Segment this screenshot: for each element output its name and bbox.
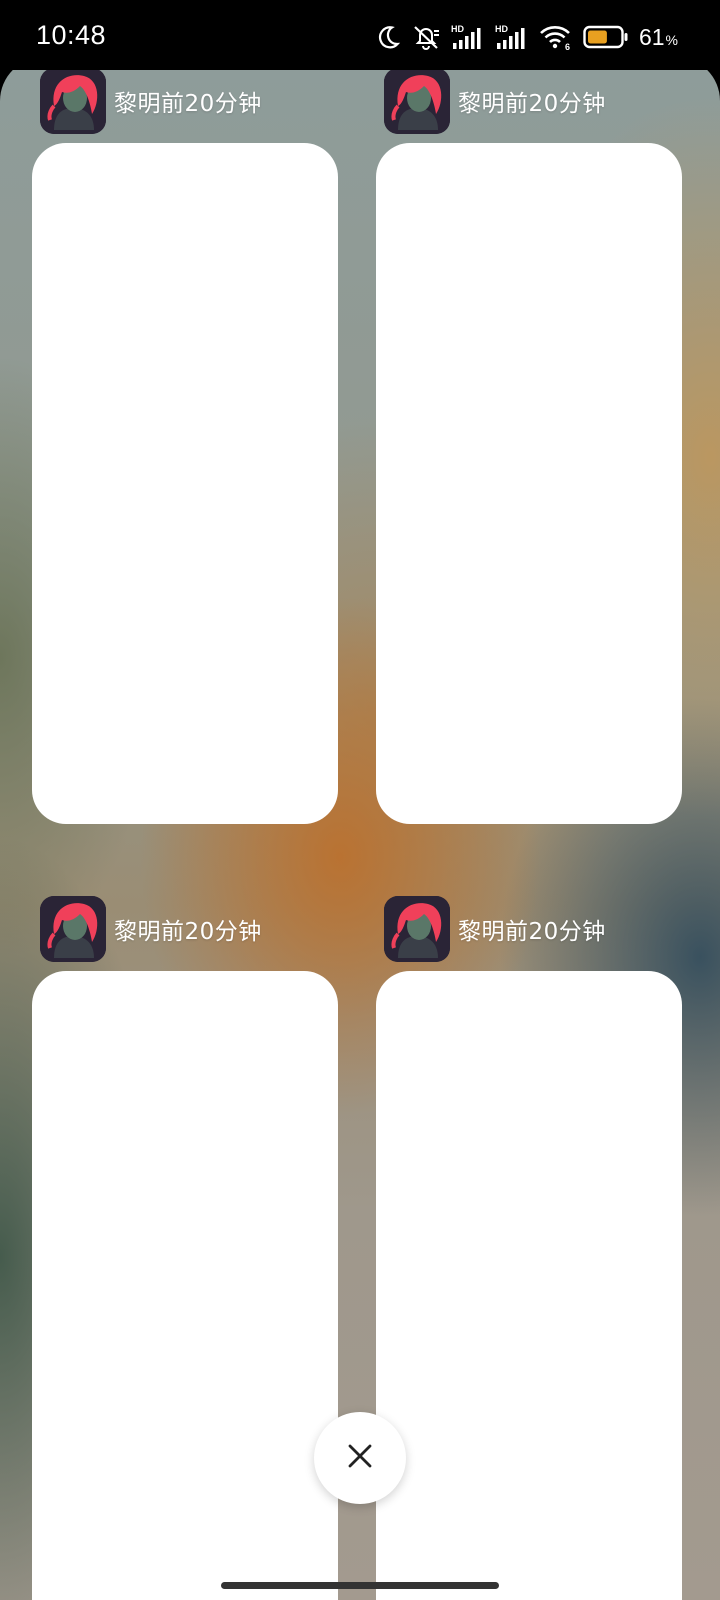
app-name: 黎明前20分钟 [458,919,606,945]
alarm-off-icon [411,23,441,51]
app-preview[interactable] [32,143,338,824]
recent-app-card[interactable]: 黎明前20分钟 [32,68,338,824]
app-name: 黎明前20分钟 [458,91,606,117]
status-icons: HD HD 6 61 % [375,22,678,52]
card-header: 黎明前20分钟 [384,68,606,134]
signal-hd-icon: HD [495,23,529,51]
app-icon[interactable] [40,68,106,134]
status-bar: 10:48 HD HD 6 61 % [0,0,720,70]
status-time: 10:48 [36,20,107,50]
battery-icon [583,25,629,49]
app-name: 黎明前20分钟 [114,919,262,945]
battery-percent: 61% [639,24,678,51]
battery-percent-value: 61 [638,23,665,50]
card-header: 黎明前20分钟 [384,896,606,962]
card-header: 黎明前20分钟 [40,896,262,962]
battery-percent-sign: % [665,31,678,48]
recent-app-card[interactable]: 黎明前20分钟 [376,896,682,1600]
card-header: 黎明前20分钟 [40,68,262,134]
wifi-6-badge: 6 [565,42,570,51]
signal-hd-label-1: HD [451,24,464,34]
app-name: 黎明前20分钟 [114,91,262,117]
wifi-6-icon: 6 [539,23,573,51]
app-preview[interactable] [376,143,682,824]
clear-all-button[interactable] [314,1412,406,1504]
signal-hd-icon: HD [451,23,485,51]
close-icon [347,1443,373,1473]
moon-icon [375,24,401,50]
recent-app-card[interactable]: 黎明前20分钟 [376,68,682,824]
app-icon[interactable] [384,68,450,134]
app-preview[interactable] [32,971,338,1600]
app-icon[interactable] [384,896,450,962]
recent-app-card[interactable]: 黎明前20分钟 [32,896,338,1600]
screen: 10:48 HD HD 6 61 % 黎明前20分钟 黎明前20分钟 黎明前20… [0,0,720,1600]
home-indicator[interactable] [221,1582,499,1589]
app-icon[interactable] [40,896,106,962]
app-preview[interactable] [376,971,682,1600]
signal-hd-label-2: HD [495,24,508,34]
